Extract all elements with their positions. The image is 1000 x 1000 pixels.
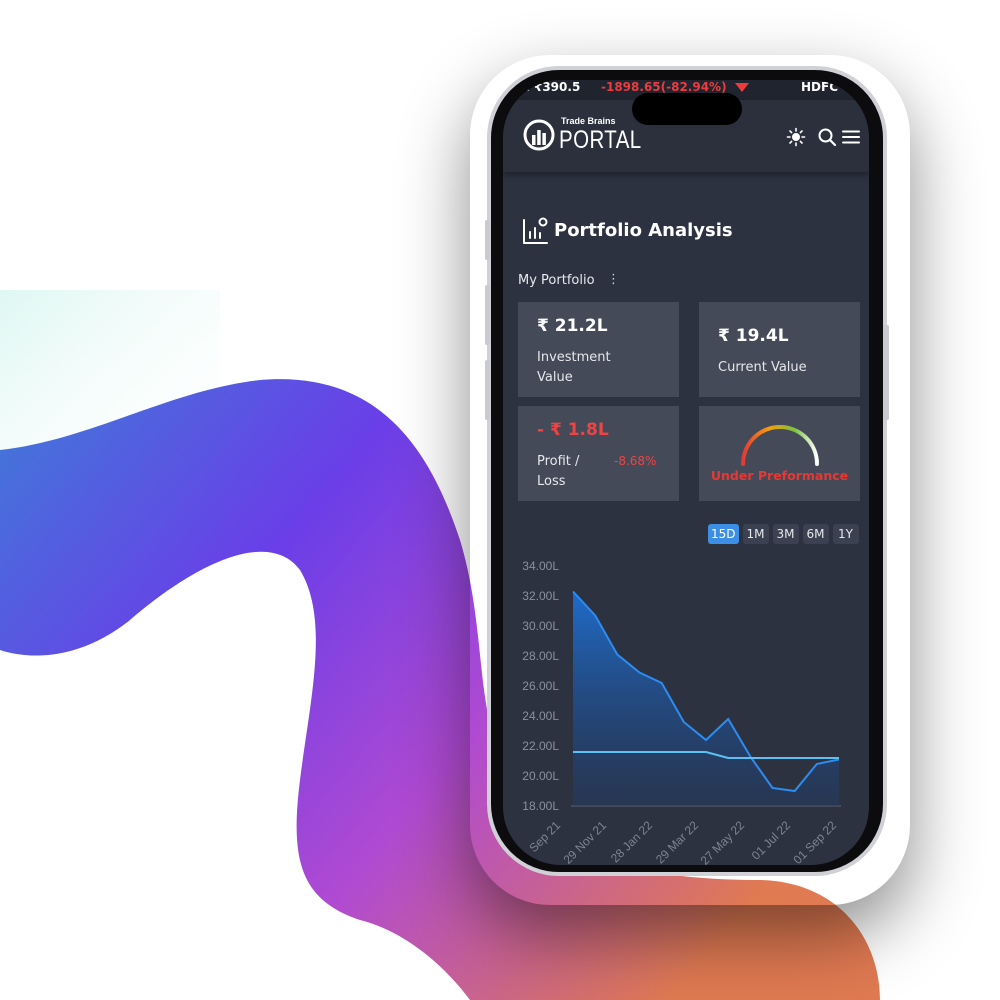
page-title: Portfolio Analysis [554, 220, 733, 241]
x-tick-label: 01 Jul 22 [749, 818, 794, 863]
x-tick-label: 29 Mar 22 [653, 818, 701, 865]
x-tick-label: 29 Nov 21 [561, 818, 610, 865]
side-button [883, 325, 889, 420]
range-1y-button[interactable]: 1Y [832, 524, 859, 544]
y-tick-label: 22.00L [522, 739, 559, 753]
x-tick-label: 27 May 22 [698, 818, 748, 865]
volume-button [485, 220, 490, 260]
range-selector: 15D 1M 3M 6M 1Y [708, 524, 859, 544]
portfolio-chart: 34.00L 32.00L 30.00L 28.00L 26.00L 24.00L 22.0… [522, 559, 841, 865]
profit-loss-value: - ₹ 1.8L [537, 420, 609, 440]
x-tick-label: 28 Jan 22 [608, 818, 655, 865]
range-1m-button[interactable]: 1M [742, 524, 769, 544]
section-label: My Portfolio [518, 273, 595, 288]
y-tick-label: 26.00L [522, 679, 559, 693]
logo-text[interactable]: PORTAL [559, 126, 642, 155]
current-value-card: ₹ 19.4L Current Value [699, 302, 860, 397]
investment-value-card: ₹ 21.2L Investment Value [518, 302, 679, 397]
search-icon[interactable] [817, 127, 837, 147]
logo-icon[interactable] [522, 118, 556, 152]
ticker-price: C ₹390.5 [521, 80, 581, 94]
investment-value: ₹ 21.2L [537, 316, 608, 336]
y-tick-label: 18.00L [522, 799, 559, 813]
more-options-icon[interactable]: ⋮ [607, 272, 620, 287]
dynamic-island [632, 93, 742, 125]
y-tick-label: 34.00L [522, 559, 559, 573]
volume-button [485, 285, 490, 345]
x-tick-label: 01 Sep 22 [791, 818, 840, 865]
logo-tagline: Trade Brains [561, 116, 616, 126]
current-value: ₹ 19.4L [718, 326, 789, 346]
performance-label: Under Preformance [710, 468, 849, 483]
performance-gauge [741, 425, 819, 466]
y-tick-label: 24.00L [522, 709, 559, 723]
investment-label: Investment Value [537, 350, 611, 385]
profit-loss-percent: -8.68% [614, 454, 657, 468]
sun-icon[interactable] [786, 127, 806, 147]
y-tick-label: 32.00L [522, 589, 559, 603]
menu-icon[interactable] [841, 127, 861, 147]
down-arrow-icon [735, 83, 749, 92]
portfolio-chart-icon [523, 217, 548, 244]
ticker-symbol: HDFC [801, 80, 839, 94]
phone-screen: C ₹390.5 -1898.65(-82.94%) HDFC Trade Br… [503, 80, 869, 865]
performance-card: Under Preformance [699, 406, 860, 501]
profit-loss-label: Profit / Loss [537, 454, 580, 489]
x-tick-label: Sep 21 [526, 818, 563, 855]
volume-button [485, 360, 490, 420]
y-tick-label: 28.00L [522, 649, 559, 663]
range-15d-button[interactable]: 15D [708, 524, 739, 544]
y-tick-label: 30.00L [522, 619, 559, 633]
y-tick-label: 20.00L [522, 769, 559, 783]
series-area-fill [573, 591, 839, 806]
current-label: Current Value [718, 360, 807, 375]
range-6m-button[interactable]: 6M [802, 524, 829, 544]
range-3m-button[interactable]: 3M [772, 524, 799, 544]
profit-loss-card: - ₹ 1.8L Profit / Loss -8.68% [518, 406, 679, 501]
